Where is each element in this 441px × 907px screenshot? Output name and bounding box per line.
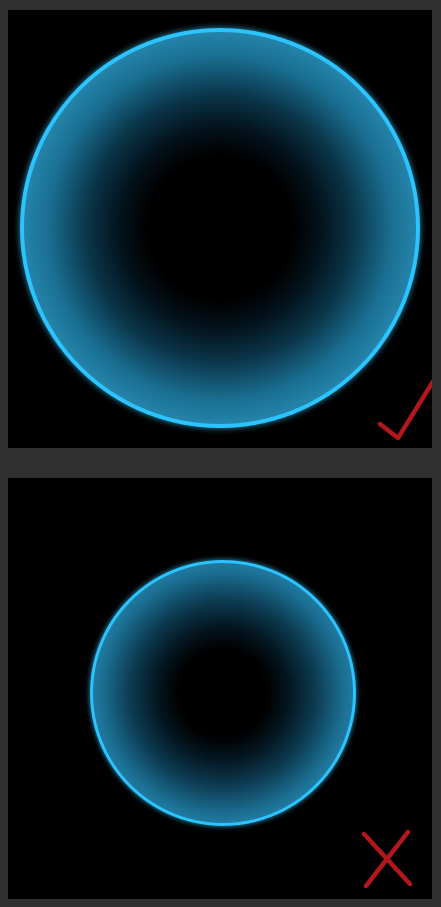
large-glow-ring [20,28,420,428]
panel-incorrect [8,478,432,899]
small-glow-ring [90,560,356,826]
cross-icon [361,829,413,889]
checkmark-icon [377,378,432,441]
panel-correct [8,10,432,448]
comparison-frame [0,0,441,907]
